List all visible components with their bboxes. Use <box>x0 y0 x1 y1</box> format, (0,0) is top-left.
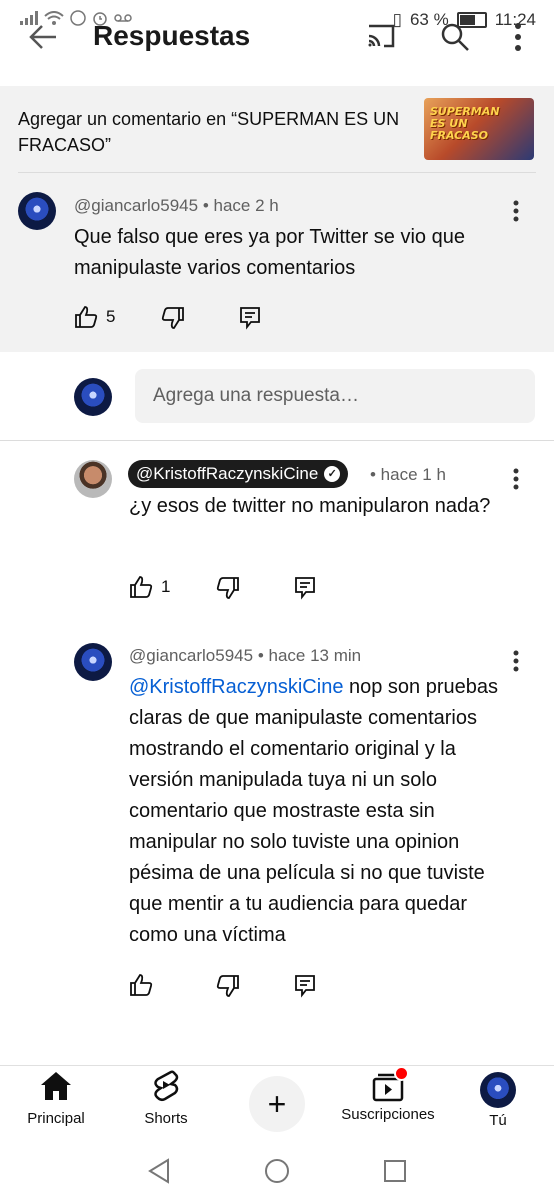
video-thumbnail[interactable]: SUPERMAN ES UN FRACASO <box>424 98 534 160</box>
thumbnail-text: SUPERMAN ES UN FRACASO <box>430 105 500 142</box>
divider <box>0 440 554 441</box>
system-navigation <box>0 1145 554 1200</box>
divider <box>18 172 536 173</box>
system-recents-icon[interactable] <box>383 1159 407 1183</box>
reply-author[interactable]: @giancarlo5945 <box>129 646 253 665</box>
avatar <box>74 378 112 416</box>
reply-placeholder: Agrega una respuesta… <box>153 385 359 406</box>
reply-icon[interactable] <box>238 306 262 330</box>
like-count: 1 <box>161 577 171 596</box>
system-back-icon[interactable] <box>147 1158 171 1184</box>
nav-tu[interactable]: Tú <box>472 1070 524 1129</box>
thumb-down-icon[interactable] <box>216 576 240 600</box>
nav-suscripciones[interactable]: Suscripciones <box>334 1066 442 1123</box>
system-home-icon[interactable] <box>264 1158 290 1184</box>
back-icon[interactable] <box>28 22 58 52</box>
subscriptions-icon-wrap <box>371 1066 409 1102</box>
data-icon <box>70 10 86 26</box>
nav-label: Tú <box>489 1112 507 1129</box>
like-button[interactable]: 1 <box>129 575 170 599</box>
reply-meta: @giancarlo5945 • hace 13 min <box>129 646 361 666</box>
comment-time: • hace 2 h <box>202 196 279 215</box>
reply-more-icon[interactable] <box>512 468 520 490</box>
cast-icon[interactable] <box>366 22 396 50</box>
status-bar: ▯ 63 % 11:24 <box>0 0 554 40</box>
nav-label: Shorts <box>144 1110 188 1127</box>
like-count: 5 <box>106 307 116 326</box>
reply-text: ¿y esos de twitter no manipularon nada? <box>129 495 491 517</box>
comment-more-icon[interactable] <box>512 200 520 222</box>
verified-check-icon: ✓ <box>324 466 341 482</box>
comment-text: Que falso que eres ya por Twitter se vio… <box>74 226 465 279</box>
like-button[interactable]: 5 <box>74 305 115 329</box>
nav-shorts[interactable]: Shorts <box>136 1070 196 1127</box>
add-comment-context[interactable]: Agregar un comentario en “SUPERMAN ES UN… <box>18 106 408 158</box>
reply-body: nop son pruebas claras de que manipulast… <box>129 676 499 946</box>
nav-label: Suscripciones <box>341 1106 435 1123</box>
reply-time: • hace 1 h <box>370 465 446 484</box>
reply-time: • hace 13 min <box>257 646 362 665</box>
reply-input[interactable]: Agrega una respuesta… <box>135 369 535 423</box>
creator-badge[interactable]: @KristoffRaczynskiCine ✓ <box>128 460 349 488</box>
shorts-icon <box>154 1070 179 1102</box>
like-button[interactable] <box>129 973 153 997</box>
notification-dot <box>394 1066 409 1081</box>
search-icon[interactable] <box>440 22 470 52</box>
page-title: Respuestas <box>93 20 251 51</box>
nav-principal[interactable]: Principal <box>22 1070 90 1127</box>
more-icon[interactable] <box>514 22 522 52</box>
avatar <box>480 1072 516 1108</box>
reply-text: @KristoffRaczynskiCine nop son pruebas c… <box>129 672 514 951</box>
thumb-down-icon[interactable] <box>161 306 185 330</box>
thumb-up-icon <box>130 576 153 598</box>
reply-author: @KristoffRaczynskiCine <box>136 464 319 483</box>
plus-icon: + <box>267 1085 287 1122</box>
thumb-up-icon <box>75 306 98 328</box>
avatar[interactable] <box>74 643 112 681</box>
create-button[interactable]: + <box>249 1076 305 1132</box>
comment-meta: @giancarlo5945 • hace 2 h <box>74 196 279 216</box>
mention-link[interactable]: @KristoffRaczynskiCine <box>129 676 343 698</box>
home-icon <box>41 1072 71 1100</box>
thumb-down-icon[interactable] <box>216 974 240 998</box>
comment-author[interactable]: @giancarlo5945 <box>74 196 198 215</box>
reply-icon[interactable] <box>293 576 317 600</box>
nav-label: Principal <box>27 1110 85 1127</box>
reply-more-icon[interactable] <box>512 650 520 672</box>
avatar[interactable] <box>74 460 112 498</box>
avatar[interactable] <box>18 192 56 230</box>
reply-icon[interactable] <box>293 974 317 998</box>
